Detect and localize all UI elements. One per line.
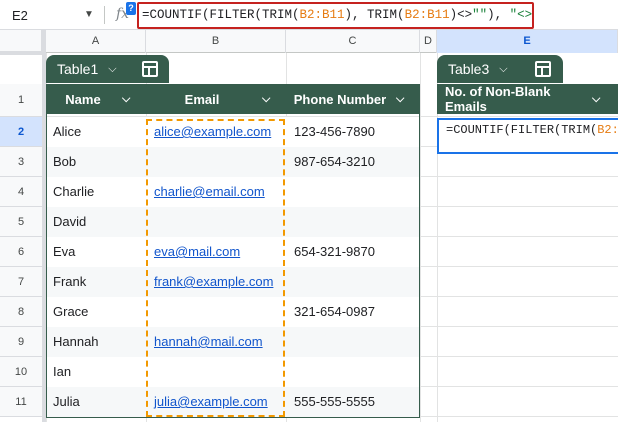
table3-tab[interactable]: Table3 ⌵ <box>437 55 563 83</box>
row-header-8[interactable]: 8 <box>0 297 42 327</box>
name-box-value: E2 <box>12 7 28 23</box>
chevron-down-icon[interactable]: ⌵ <box>122 93 130 106</box>
chevron-down-icon[interactable]: ⌵ <box>262 93 270 106</box>
formula-help-icon[interactable]: ? <box>126 2 136 15</box>
table1-tab[interactable]: Table1 ⌵ <box>46 55 169 83</box>
row-header-7[interactable]: 7 <box>0 267 42 297</box>
column-header-row: A B C D E <box>0 30 618 53</box>
grid-line <box>420 53 421 422</box>
row-header-4[interactable]: 4 <box>0 177 42 207</box>
formula-token: "<>" <box>509 8 533 22</box>
table-grid-icon[interactable] <box>142 61 158 77</box>
row-header-3[interactable]: 3 <box>0 147 42 177</box>
select-all-corner[interactable] <box>0 30 42 53</box>
chevron-down-icon[interactable]: ⌵ <box>108 63 116 76</box>
column-header-e[interactable]: E <box>437 30 618 53</box>
row-header-9[interactable]: 9 <box>0 327 42 357</box>
row-header-5[interactable]: 5 <box>0 207 42 237</box>
formula-input[interactable]: =COUNTIF(FILTER(TRIM(B2:B11), TRIM(B2:B1… <box>137 2 534 29</box>
name-box-dropdown-icon[interactable]: ▼ <box>84 9 94 20</box>
formula-token: B2:B11 <box>299 8 345 22</box>
formula-token: B2:B11 <box>597 123 618 137</box>
frozen-divider-horizontal <box>0 51 46 55</box>
table1-header-row: Name ⌵ Email ⌵ Phone Number ⌵ <box>46 84 420 114</box>
header-non-blank-emails[interactable]: No. of Non-Blank Emails <box>445 84 595 114</box>
column-header-c[interactable]: C <box>286 30 420 53</box>
formula-token: ), <box>487 8 510 22</box>
formula-token: =COUNTIF(FILTER(TRIM( <box>142 8 300 22</box>
formula-token: )<> <box>449 8 473 22</box>
table3-header-row: No. of Non-Blank Emails ⌵ <box>437 84 618 114</box>
email-range-highlight <box>146 119 285 417</box>
row-header-11[interactable]: 11 <box>0 387 42 417</box>
header-email[interactable]: Email <box>150 84 254 114</box>
column-header-d[interactable]: D <box>420 30 437 53</box>
formula-token: "" <box>472 8 488 22</box>
divider <box>104 6 105 24</box>
header-name[interactable]: Name <box>46 84 120 114</box>
formula-token: =COUNTIF(FILTER(TRIM( <box>446 123 598 137</box>
row-header-1[interactable]: 1 <box>0 84 42 117</box>
chevron-down-icon[interactable]: ⌵ <box>499 63 507 76</box>
column-header-b[interactable]: B <box>146 30 286 53</box>
header-phone-number[interactable]: Phone Number <box>288 84 392 114</box>
formula-bar: E2 ▼ fx ? =COUNTIF(FILTER(TRIM(B2:B11), … <box>0 0 618 30</box>
chevron-down-icon[interactable]: ⌵ <box>396 93 404 106</box>
row-header-10[interactable]: 10 <box>0 357 42 387</box>
column-header-a[interactable]: A <box>46 30 146 53</box>
table3-name: Table3 <box>448 61 490 77</box>
table-grid-icon[interactable] <box>535 61 551 77</box>
chevron-down-icon[interactable]: ⌵ <box>592 93 600 106</box>
row-header-6[interactable]: 6 <box>0 237 42 267</box>
row-header-2[interactable]: 2 <box>0 117 42 147</box>
formula-token: ), TRIM( <box>344 8 405 22</box>
cell-e2-editor[interactable]: =COUNTIF(FILTER(TRIM(B2:B11), TRIM(B2:B1… <box>437 118 618 154</box>
formula-token: B2:B11 <box>404 8 450 22</box>
table1-name: Table1 <box>57 61 99 77</box>
